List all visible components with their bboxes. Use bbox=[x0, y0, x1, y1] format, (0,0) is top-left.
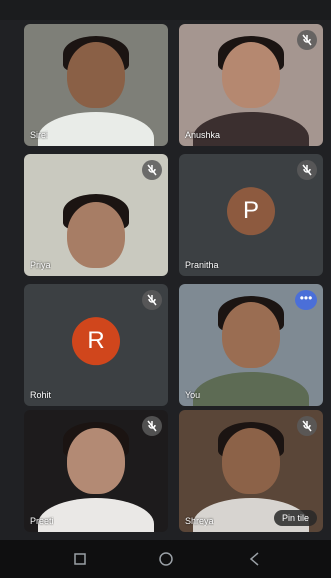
participant-shoulders bbox=[38, 112, 154, 146]
participant-shoulders bbox=[193, 112, 309, 146]
participant-grid: Sirei Anushka Priya P Pranitha R Rohit •… bbox=[24, 24, 324, 532]
participant-face bbox=[67, 42, 125, 108]
participant-face bbox=[222, 302, 280, 368]
mic-off-icon bbox=[142, 290, 162, 310]
participant-shoulders bbox=[38, 498, 154, 532]
mic-off-icon bbox=[297, 416, 317, 436]
participant-tile-5[interactable]: R Rohit bbox=[24, 284, 168, 406]
mic-off-icon bbox=[142, 416, 162, 436]
participant-tile-4[interactable]: P Pranitha bbox=[179, 154, 323, 276]
participant-name: Preeti bbox=[30, 516, 54, 526]
participant-tile-3[interactable]: Priya bbox=[24, 154, 168, 276]
participant-tile-7[interactable]: Preeti bbox=[24, 410, 168, 532]
recents-icon[interactable] bbox=[70, 549, 90, 569]
participant-tile-6[interactable]: ••• You bbox=[179, 284, 323, 406]
participant-name: Anushka bbox=[185, 130, 221, 140]
mic-off-icon bbox=[297, 160, 317, 180]
more-options-icon[interactable]: ••• bbox=[295, 290, 317, 310]
participant-name: Rohit bbox=[30, 390, 52, 400]
participant-shoulders bbox=[193, 372, 309, 406]
participant-face bbox=[67, 202, 125, 268]
participant-tile-2[interactable]: Anushka bbox=[179, 24, 323, 146]
participant-avatar: R bbox=[72, 317, 120, 366]
status-bar bbox=[0, 0, 331, 20]
participant-name: Shreya bbox=[185, 516, 214, 526]
participant-name: You bbox=[185, 390, 201, 400]
mic-off-icon bbox=[297, 30, 317, 50]
participant-tile-1[interactable]: Sirei bbox=[24, 24, 168, 146]
participant-face bbox=[222, 428, 280, 494]
system-nav-bar bbox=[0, 540, 331, 578]
back-icon[interactable] bbox=[245, 549, 265, 569]
participant-avatar: P bbox=[227, 187, 275, 236]
home-icon[interactable] bbox=[156, 549, 176, 569]
participant-name: Pranitha bbox=[185, 260, 219, 270]
participant-tile-8[interactable]: Pin tile Shreya bbox=[179, 410, 323, 532]
participant-face bbox=[222, 42, 280, 108]
participant-face bbox=[67, 428, 125, 494]
participant-name: Priya bbox=[30, 260, 51, 270]
mic-off-icon bbox=[142, 160, 162, 180]
participant-name: Sirei bbox=[30, 130, 49, 140]
pin-tile-chip[interactable]: Pin tile bbox=[273, 510, 317, 526]
